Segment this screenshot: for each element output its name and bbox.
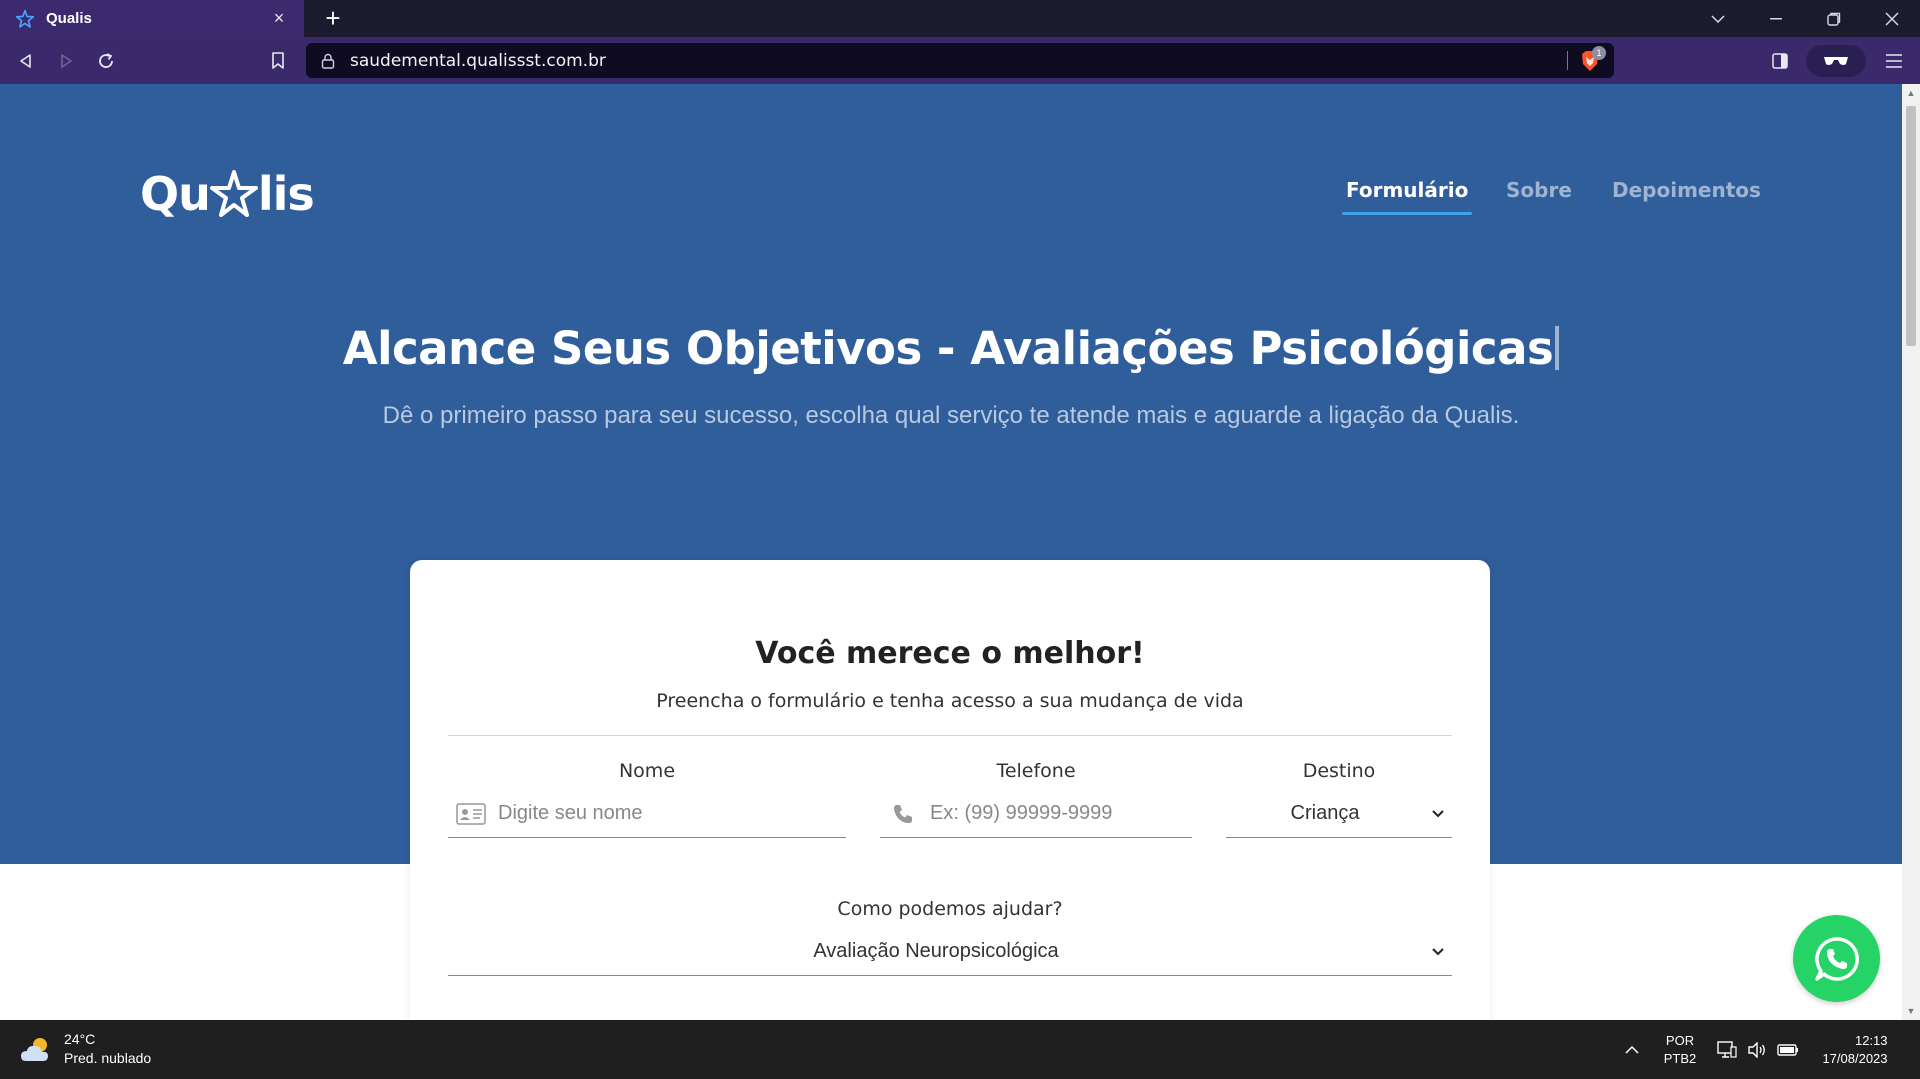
keyboard-layout: PTB2 (1663, 1050, 1697, 1066)
destino-label: Destino (1302, 760, 1376, 782)
whatsapp-button[interactable] (1793, 915, 1880, 1002)
back-icon[interactable] (10, 45, 42, 77)
hero-title-text: Alcance Seus Objetivos - Avaliações Psic… (342, 322, 1554, 375)
private-glasses-icon[interactable] (1806, 45, 1866, 77)
bookmark-icon[interactable] (262, 45, 294, 77)
chevron-down-icon (1424, 809, 1452, 818)
tab-bar: Qualis × + (0, 0, 1920, 37)
battery-icon[interactable] (1774, 1020, 1802, 1079)
nav-depoimentos[interactable]: Depoimentos (1612, 178, 1761, 202)
clock[interactable]: 12:13 17/08/2023 (1812, 1020, 1898, 1079)
phone-field[interactable] (880, 790, 1192, 838)
nav-formulario[interactable]: Formulário (1342, 178, 1473, 215)
nav-active-underline (1342, 212, 1473, 215)
name-field[interactable] (448, 790, 846, 838)
browser-tab[interactable]: Qualis × (0, 0, 304, 37)
address-bar[interactable]: saudemental.qualissst.com.br 1 (306, 43, 1614, 78)
scrollbar-thumb[interactable] (1906, 106, 1916, 346)
minimize-icon[interactable] (1748, 0, 1804, 37)
tab-search-chevron-icon[interactable] (1690, 0, 1746, 37)
phone-icon (886, 799, 920, 829)
page-scrollbar[interactable]: ▲ ▼ (1902, 84, 1920, 1020)
chevron-down-icon (1424, 947, 1452, 956)
restore-icon[interactable] (1806, 0, 1862, 37)
menu-icon[interactable] (1878, 45, 1910, 77)
scroll-up-icon[interactable]: ▲ (1906, 88, 1916, 98)
weather-description: Pred. nublado (64, 1050, 152, 1066)
partly-cloudy-icon (21, 1038, 48, 1061)
hero-subtitle: Dê o primeiro passo para seu sucesso, es… (382, 402, 1520, 429)
url-divider (1567, 51, 1568, 70)
form-card: Você merece o melhor! Preencha o formulá… (410, 560, 1490, 1020)
typing-caret (1555, 326, 1560, 370)
help-select[interactable]: Avaliação Neuropsicológica (448, 928, 1452, 976)
logo-star-icon (209, 170, 258, 217)
logo-text-right: lis (257, 167, 315, 221)
form-divider (448, 735, 1452, 736)
nav-sobre[interactable]: Sobre (1506, 178, 1572, 202)
clock-date: 17/08/2023 (1822, 1050, 1888, 1066)
sidebar-toggle-icon[interactable] (1764, 45, 1796, 77)
qualis-logo[interactable]: Qu lis (140, 164, 315, 224)
close-tab-icon[interactable]: × (268, 8, 290, 29)
destino-select[interactable]: Criança (1226, 790, 1452, 838)
tab-title: Qualis (46, 10, 92, 27)
whatsapp-icon (1814, 936, 1859, 981)
reload-icon[interactable] (90, 45, 122, 77)
tray-chevron-up-icon[interactable] (1620, 1020, 1644, 1079)
volume-icon[interactable] (1744, 1020, 1770, 1079)
hero-title: Alcance Seus Objetivos - Avaliações Psic… (0, 322, 1902, 375)
close-window-icon[interactable] (1864, 0, 1920, 37)
help-label: Como podemos ajudar? (837, 898, 1063, 920)
forward-icon[interactable] (50, 45, 82, 77)
logo-text-left: Qu (140, 167, 211, 221)
language-code: POR (1665, 1032, 1695, 1048)
url-text[interactable]: saudemental.qualissst.com.br (350, 51, 606, 71)
windows-taskbar: 24°C Pred. nublado POR PTB2 12:13 17/08/20… (0, 1020, 1920, 1079)
destino-value: Criança (1290, 802, 1360, 824)
page-viewport: Qu lis Formulário Sobre Depoimentos Alca… (0, 84, 1902, 1020)
clock-time: 12:13 (1854, 1032, 1888, 1048)
weather-widget[interactable]: 24°C Pred. nublado (20, 1030, 151, 1068)
shields-count-badge: 1 (1592, 46, 1606, 60)
id-card-icon (454, 799, 488, 829)
weather-temperature: 24°C (64, 1031, 96, 1047)
nav-formulario-label: Formulário (1346, 178, 1469, 202)
name-label: Nome (618, 760, 676, 782)
scroll-down-icon[interactable]: ▼ (1906, 1006, 1916, 1016)
input-language[interactable]: POR PTB2 (1656, 1020, 1704, 1079)
qualis-star-icon (14, 8, 36, 30)
form-title: Você merece o melhor! (755, 636, 1145, 671)
network-icon[interactable] (1714, 1020, 1740, 1079)
phone-label: Telefone (996, 760, 1076, 782)
name-input[interactable] (498, 802, 818, 825)
browser-toolbar: saudemental.qualissst.com.br 1 (0, 37, 1920, 84)
new-tab-button[interactable]: + (318, 3, 348, 33)
lock-icon (320, 52, 336, 70)
help-value: Avaliação Neuropsicológica (813, 940, 1059, 962)
phone-input[interactable] (930, 802, 1180, 825)
form-subtitle: Preencha o formulário e tenha acesso a s… (656, 690, 1244, 712)
